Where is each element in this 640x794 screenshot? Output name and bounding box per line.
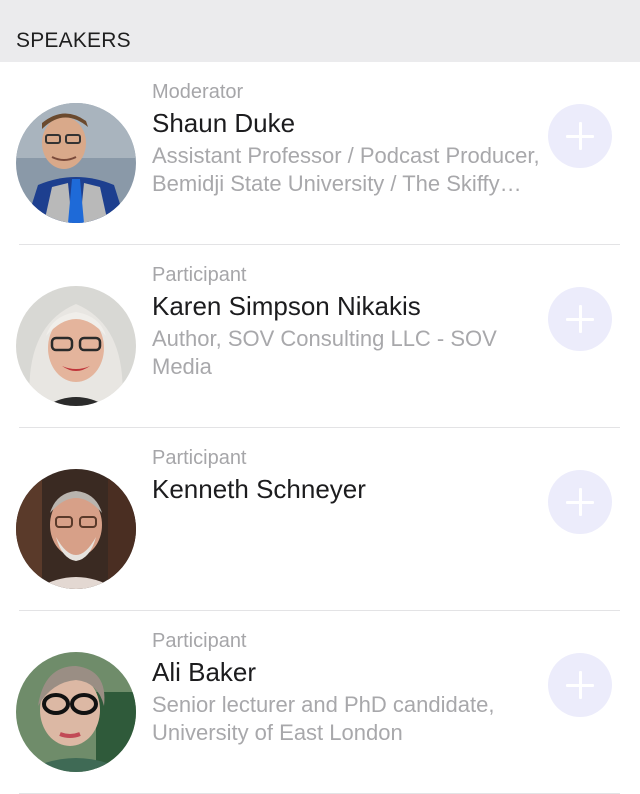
avatar-photo xyxy=(16,286,136,406)
speaker-avatar xyxy=(16,286,136,406)
speaker-name: Ali Baker xyxy=(152,657,257,687)
speaker-row[interactable]: Participant Ali Baker Senior lecturer an… xyxy=(0,611,640,794)
add-speaker-button[interactable] xyxy=(548,470,612,534)
speaker-name: Kenneth Schneyer xyxy=(152,474,366,504)
speaker-avatar xyxy=(16,652,136,772)
speaker-info: Participant Ali Baker Senior lecturer an… xyxy=(152,627,540,747)
speaker-row[interactable]: Participant Karen Simpson Nikakis Author… xyxy=(0,245,640,428)
speaker-info: Participant Kenneth Schneyer xyxy=(152,444,540,508)
speaker-info: Moderator Shaun Duke Assistant Professor… xyxy=(152,78,540,198)
avatar-photo xyxy=(16,103,136,223)
speaker-bio: Author, SOV Consulting LLC - SOV Media xyxy=(152,326,497,379)
speaker-role: Participant xyxy=(152,264,247,286)
speaker-bio: Assistant Professor / Podcast Producer, … xyxy=(152,143,540,196)
speakers-section-header: SPEAKERS xyxy=(0,0,640,62)
add-speaker-button[interactable] xyxy=(548,287,612,351)
plus-icon xyxy=(566,488,594,516)
speaker-avatar xyxy=(16,469,136,589)
speaker-role: Participant xyxy=(152,630,247,652)
add-speaker-button[interactable] xyxy=(548,104,612,168)
avatar-photo xyxy=(16,469,136,589)
plus-icon xyxy=(566,671,594,699)
speaker-name: Karen Simpson Nikakis xyxy=(152,291,421,321)
speaker-row[interactable]: Participant Kenneth Schneyer xyxy=(0,428,640,611)
speaker-role: Moderator xyxy=(152,81,244,103)
section-title: SPEAKERS xyxy=(16,29,131,52)
speaker-row[interactable]: Moderator Shaun Duke Assistant Professor… xyxy=(0,62,640,245)
speaker-bio: Senior lecturer and PhD candidate, Unive… xyxy=(152,692,495,745)
plus-icon xyxy=(566,122,594,150)
speaker-name: Shaun Duke xyxy=(152,108,296,138)
speaker-info: Participant Karen Simpson Nikakis Author… xyxy=(152,261,540,381)
speaker-list: Moderator Shaun Duke Assistant Professor… xyxy=(0,62,640,794)
speaker-role: Participant xyxy=(152,447,247,469)
speaker-avatar xyxy=(16,103,136,223)
add-speaker-button[interactable] xyxy=(548,653,612,717)
avatar-photo xyxy=(16,652,136,772)
plus-icon xyxy=(566,305,594,333)
